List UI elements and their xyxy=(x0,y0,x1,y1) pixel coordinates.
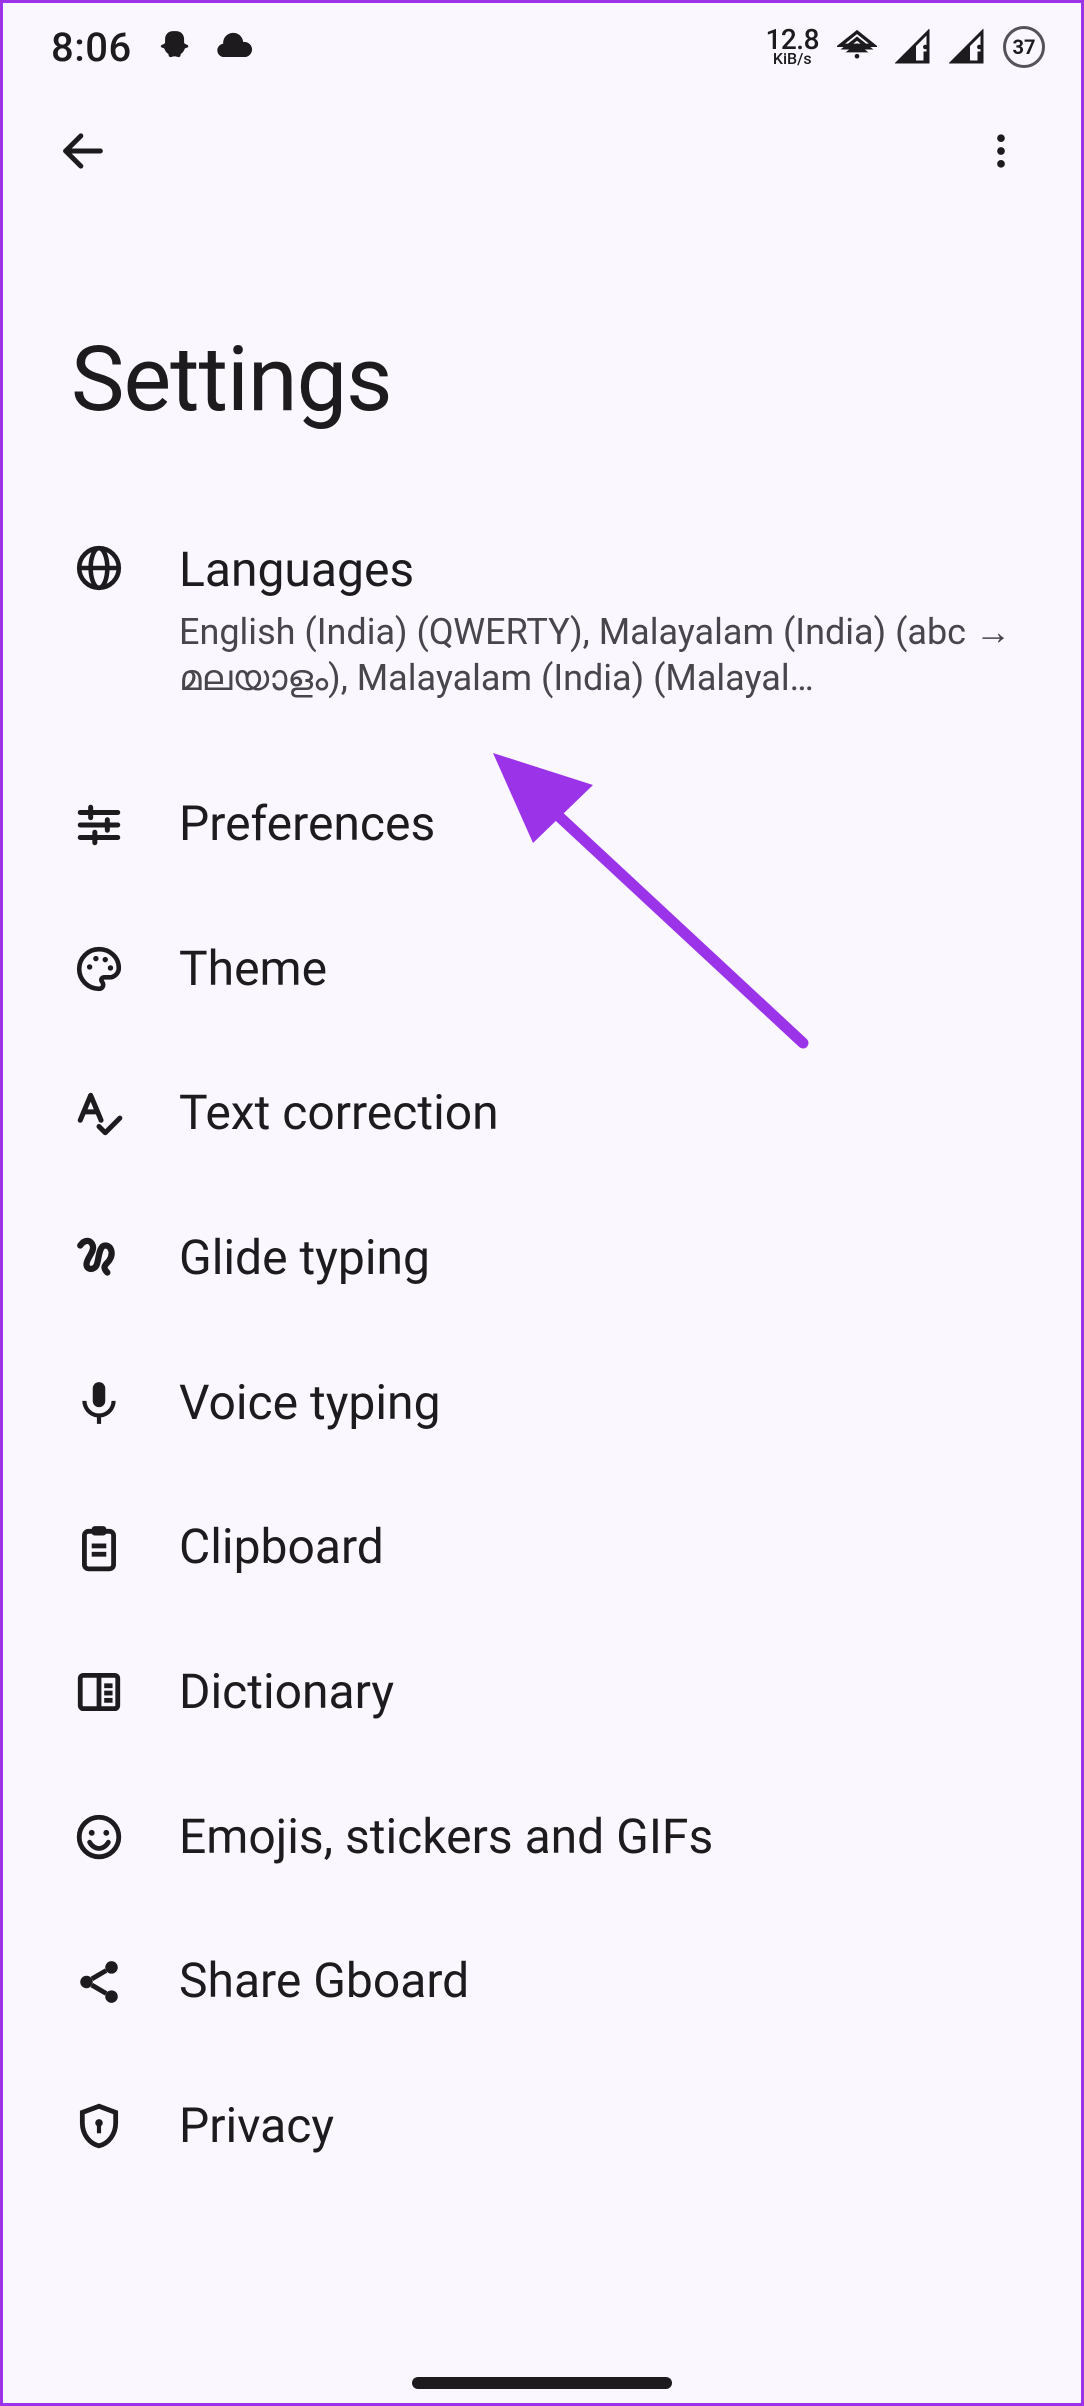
settings-item-title: Glide typing xyxy=(179,1230,1025,1287)
signal-sim1-icon xyxy=(895,29,931,65)
battery-badge: 37 xyxy=(1003,26,1045,68)
palette-icon xyxy=(73,943,125,995)
emoji-icon xyxy=(73,1811,125,1863)
signal-sim2-icon xyxy=(949,29,985,65)
gesture-icon xyxy=(73,1232,125,1284)
book-icon xyxy=(73,1666,125,1718)
status-clock: 8:06 xyxy=(51,24,132,71)
settings-item-title: Languages xyxy=(179,542,1025,599)
back-button[interactable] xyxy=(47,115,119,187)
tune-icon xyxy=(73,799,125,851)
settings-item-theme[interactable]: Theme xyxy=(3,897,1081,1042)
status-bar: 8:06 12.8 KiB/s 37 xyxy=(3,3,1081,91)
arrow-left-icon xyxy=(57,125,109,177)
wifi-icon xyxy=(837,27,877,67)
overflow-menu-button[interactable] xyxy=(965,115,1037,187)
spellcheck-icon xyxy=(73,1088,125,1140)
network-rate-unit: KiB/s xyxy=(773,52,812,66)
snapchat-icon xyxy=(154,28,192,66)
app-toolbar xyxy=(3,91,1081,211)
settings-item-glide-typing[interactable]: Glide typing xyxy=(3,1186,1081,1331)
settings-item-text-correction[interactable]: Text correction xyxy=(3,1041,1081,1186)
settings-item-title: Share Gboard xyxy=(179,1953,1025,2010)
share-icon xyxy=(73,1956,125,2008)
clipboard-icon xyxy=(73,1522,125,1574)
mic-icon xyxy=(73,1377,125,1429)
settings-item-title: Dictionary xyxy=(179,1664,1025,1721)
settings-item-title: Emojis, stickers and GIFs xyxy=(179,1809,1025,1866)
cloud-icon xyxy=(214,27,254,67)
settings-item-title: Clipboard xyxy=(179,1519,1025,1576)
globe-icon xyxy=(73,542,125,594)
settings-list: Languages English (India) (QWERTY), Mala… xyxy=(3,492,1081,2198)
settings-item-languages[interactable]: Languages English (India) (QWERTY), Mala… xyxy=(3,492,1081,752)
settings-item-voice-typing[interactable]: Voice typing xyxy=(3,1331,1081,1476)
settings-item-preferences[interactable]: Preferences xyxy=(3,752,1081,897)
settings-item-subtitle: English (India) (QWERTY), Malayalam (Ind… xyxy=(179,609,1025,703)
more-vert-icon xyxy=(979,129,1023,173)
settings-item-title: Text correction xyxy=(179,1085,1025,1142)
privacy-shield-icon xyxy=(73,2100,125,2152)
settings-item-dictionary[interactable]: Dictionary xyxy=(3,1620,1081,1765)
settings-item-title: Theme xyxy=(179,941,1025,998)
settings-item-clipboard[interactable]: Clipboard xyxy=(3,1475,1081,1620)
settings-item-title: Voice typing xyxy=(179,1375,1025,1432)
network-rate: 12.8 KiB/s xyxy=(765,27,819,67)
gesture-nav-bar[interactable] xyxy=(412,2377,672,2389)
status-bar-left: 8:06 xyxy=(51,24,254,71)
page-title: Settings xyxy=(3,211,1081,492)
settings-item-privacy[interactable]: Privacy xyxy=(3,2054,1081,2199)
settings-item-emojis[interactable]: Emojis, stickers and GIFs xyxy=(3,1765,1081,1910)
settings-item-title: Preferences xyxy=(179,796,1025,853)
settings-item-share-gboard[interactable]: Share Gboard xyxy=(3,1909,1081,2054)
settings-item-title: Privacy xyxy=(179,2098,1025,2155)
status-bar-right: 12.8 KiB/s 37 xyxy=(765,26,1045,68)
